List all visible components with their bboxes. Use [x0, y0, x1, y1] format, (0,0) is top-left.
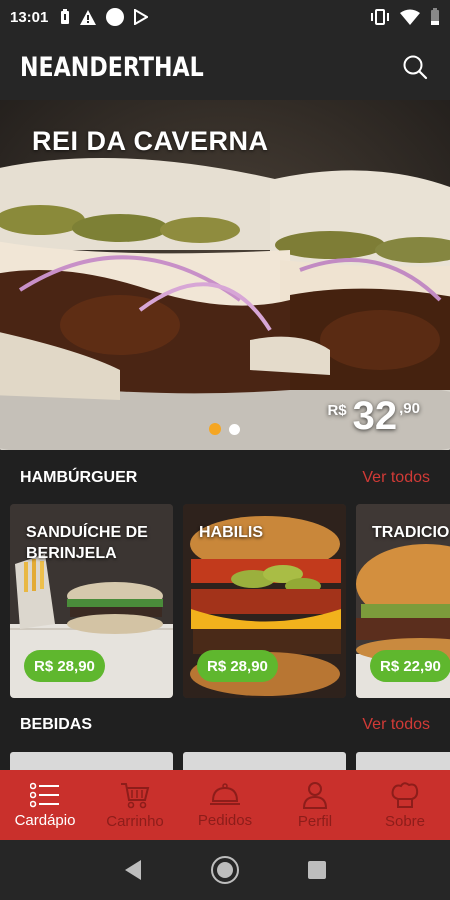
warning-icon [80, 9, 97, 25]
product-name: SANDUÍCHE DE BERINJELA [26, 524, 148, 562]
nav-label: Carrinho [106, 812, 164, 830]
hero-price: R$ 32 ,90 [327, 396, 420, 436]
circle-icon [106, 8, 125, 26]
product-price-badge: R$ 28,90 [197, 650, 278, 682]
status-bar: 13:01 [0, 0, 450, 34]
play-store-icon [134, 9, 149, 25]
product-card[interactable]: HABILIS R$ 28,90 [183, 504, 346, 698]
cloche-icon [210, 782, 240, 805]
hero-title: REI DA CAVERNA [32, 126, 269, 156]
drink-card[interactable] [356, 752, 450, 772]
nav-item-sobre[interactable]: Sobre [360, 770, 450, 840]
bottom-navigation: Cardápio Carrinho Pedidos Perfil Sobre [0, 770, 450, 840]
hero-banner[interactable]: REI DA CAVERNA R$ 32 ,90 [0, 100, 450, 450]
nav-label: Perfil [297, 812, 333, 830]
product-card[interactable]: SANDUÍCHE DE BERINJELA R$ 28,90 [10, 504, 173, 698]
nav-label: Sobre [384, 812, 426, 830]
section-header-burgers: HAMBÚRGUER Ver todos [0, 458, 450, 498]
home-icon[interactable] [210, 855, 240, 885]
person-icon [302, 781, 328, 809]
section-title-drinks: BEBIDAS [20, 716, 93, 733]
product-name: HABILIS [199, 524, 263, 541]
back-icon[interactable] [123, 859, 143, 881]
hero-price-integer: 32 [352, 394, 398, 438]
section-header-drinks: BEBIDAS Ver todos [0, 705, 450, 745]
product-name: TRADICIO [372, 524, 450, 541]
product-carousel: SANDUÍCHE DE BERINJELA R$ 28,90 HABILIS … [10, 504, 450, 698]
cart-icon [121, 782, 150, 808]
system-navigation-bar [0, 840, 450, 900]
menu-list-icon [30, 782, 59, 807]
wifi-icon [400, 9, 420, 25]
hero-price-currency: R$ [327, 402, 347, 419]
battery-saver-icon [61, 9, 70, 24]
nav-item-pedidos[interactable]: Pedidos [180, 770, 270, 840]
see-all-drinks-link[interactable]: Ver todos [362, 716, 430, 734]
carousel-dots [209, 423, 240, 435]
nav-label: Pedidos [197, 811, 253, 829]
product-card[interactable]: TRADICIO R$ 22,90 [356, 504, 450, 698]
drink-card[interactable] [10, 752, 173, 772]
drink-card[interactable] [183, 752, 346, 772]
nav-item-carrinho[interactable]: Carrinho [90, 770, 180, 840]
chef-hat-icon [391, 781, 419, 808]
drinks-carousel [10, 752, 450, 772]
vibrate-icon [371, 9, 389, 25]
battery-icon [431, 8, 439, 25]
product-price-badge: R$ 28,90 [24, 650, 105, 682]
hero-price-decimals: ,90 [399, 400, 420, 417]
recents-icon[interactable] [307, 860, 327, 880]
section-title-burgers: HAMBÚRGUER [20, 469, 138, 486]
nav-item-cardapio[interactable]: Cardápio [0, 770, 90, 840]
search-button[interactable] [400, 52, 430, 82]
carousel-dot-2[interactable] [229, 423, 240, 435]
see-all-burgers-link[interactable]: Ver todos [362, 469, 430, 487]
nav-item-perfil[interactable]: Perfil [270, 770, 360, 840]
search-icon [403, 55, 428, 80]
product-price-badge: R$ 22,90 [370, 650, 450, 682]
app-bar: NEANDERTHAL [0, 34, 450, 100]
brand-logo: NEANDERTHAL [20, 51, 204, 83]
status-time: 13:01 [10, 8, 49, 26]
carousel-dot-1[interactable] [209, 423, 221, 435]
nav-label: Cardápio [14, 811, 76, 829]
